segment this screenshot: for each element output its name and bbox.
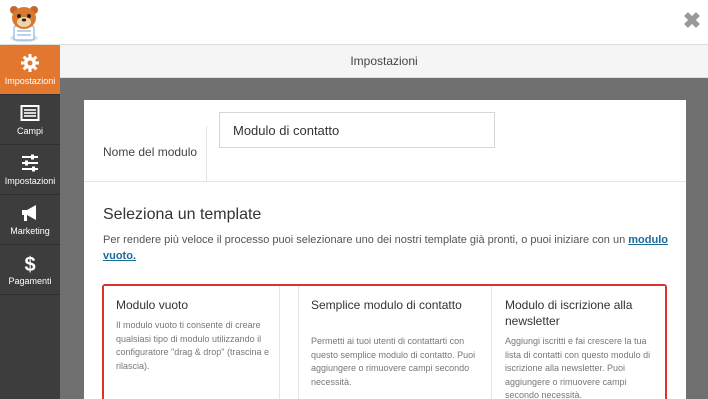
sidebar: Impostazioni Campi Impostazioni Marketin…	[0, 45, 60, 399]
template-card-contact[interactable]: Semplice modulo di contatto Permetti ai …	[298, 286, 492, 399]
page-title: Impostazioni	[350, 54, 418, 68]
svg-text:$: $	[24, 254, 35, 273]
template-section-description: Per rendere più veloce il processo puoi …	[103, 232, 673, 264]
form-name-input[interactable]	[219, 112, 495, 148]
top-bar: ✖	[0, 0, 708, 45]
close-icon[interactable]: ✖	[682, 10, 702, 32]
template-list: Modulo vuoto Il modulo vuoto ti consente…	[102, 284, 667, 399]
form-name-row: Nome del modulo	[84, 100, 686, 182]
divider	[206, 126, 207, 182]
template-card-newsletter[interactable]: Modulo di iscrizione alla newsletter Agg…	[493, 286, 665, 399]
sidebar-item-label: Campi	[16, 126, 43, 136]
megaphone-icon	[22, 205, 36, 221]
template-title: Modulo di iscrizione alla newsletter	[505, 298, 633, 328]
template-card-blank[interactable]: Modulo vuoto Il modulo vuoto ti consente…	[104, 286, 280, 399]
sidebar-item-label: Impostazioni	[4, 176, 56, 186]
template-description: Permetti ai tuoi utenti di contattarti c…	[311, 336, 476, 387]
sidebar-item-label: Impostazioni	[4, 76, 56, 86]
settings-panel: Nome del modulo Seleziona un template Pe…	[84, 100, 686, 399]
dollar-icon: $	[24, 254, 35, 273]
gear-icon	[21, 54, 39, 72]
sidebar-item-label: Pagamenti	[8, 276, 52, 286]
template-title: Modulo vuoto	[116, 298, 189, 312]
template-title: Semplice modulo di contatto	[311, 298, 462, 312]
sidebar-item-pagamenti[interactable]: $ Pagamenti	[0, 245, 60, 295]
template-description-text: Per rendere più veloce il processo puoi …	[103, 234, 629, 246]
wpforms-bear-logo	[10, 6, 38, 42]
sidebar-item-label: Marketing	[10, 226, 50, 236]
form-name-label: Nome del modulo	[103, 145, 198, 159]
content-area: Nome del modulo Seleziona un template Pe…	[60, 78, 708, 399]
page-header: Impostazioni	[60, 45, 708, 78]
fields-list-icon	[20, 105, 40, 121]
sidebar-item-impostazioni[interactable]: Impostazioni	[0, 45, 60, 95]
template-section-title: Seleziona un template	[103, 206, 262, 223]
sidebar-item-impostazioni-2[interactable]: Impostazioni	[0, 145, 60, 195]
sidebar-item-campi[interactable]: Campi	[0, 95, 60, 145]
template-description: Aggiungi iscritti e fai crescere la tua …	[505, 336, 651, 399]
sidebar-item-marketing[interactable]: Marketing	[0, 195, 60, 245]
sliders-icon	[22, 154, 38, 172]
template-description: Il modulo vuoto ti consente di creare qu…	[116, 320, 269, 371]
